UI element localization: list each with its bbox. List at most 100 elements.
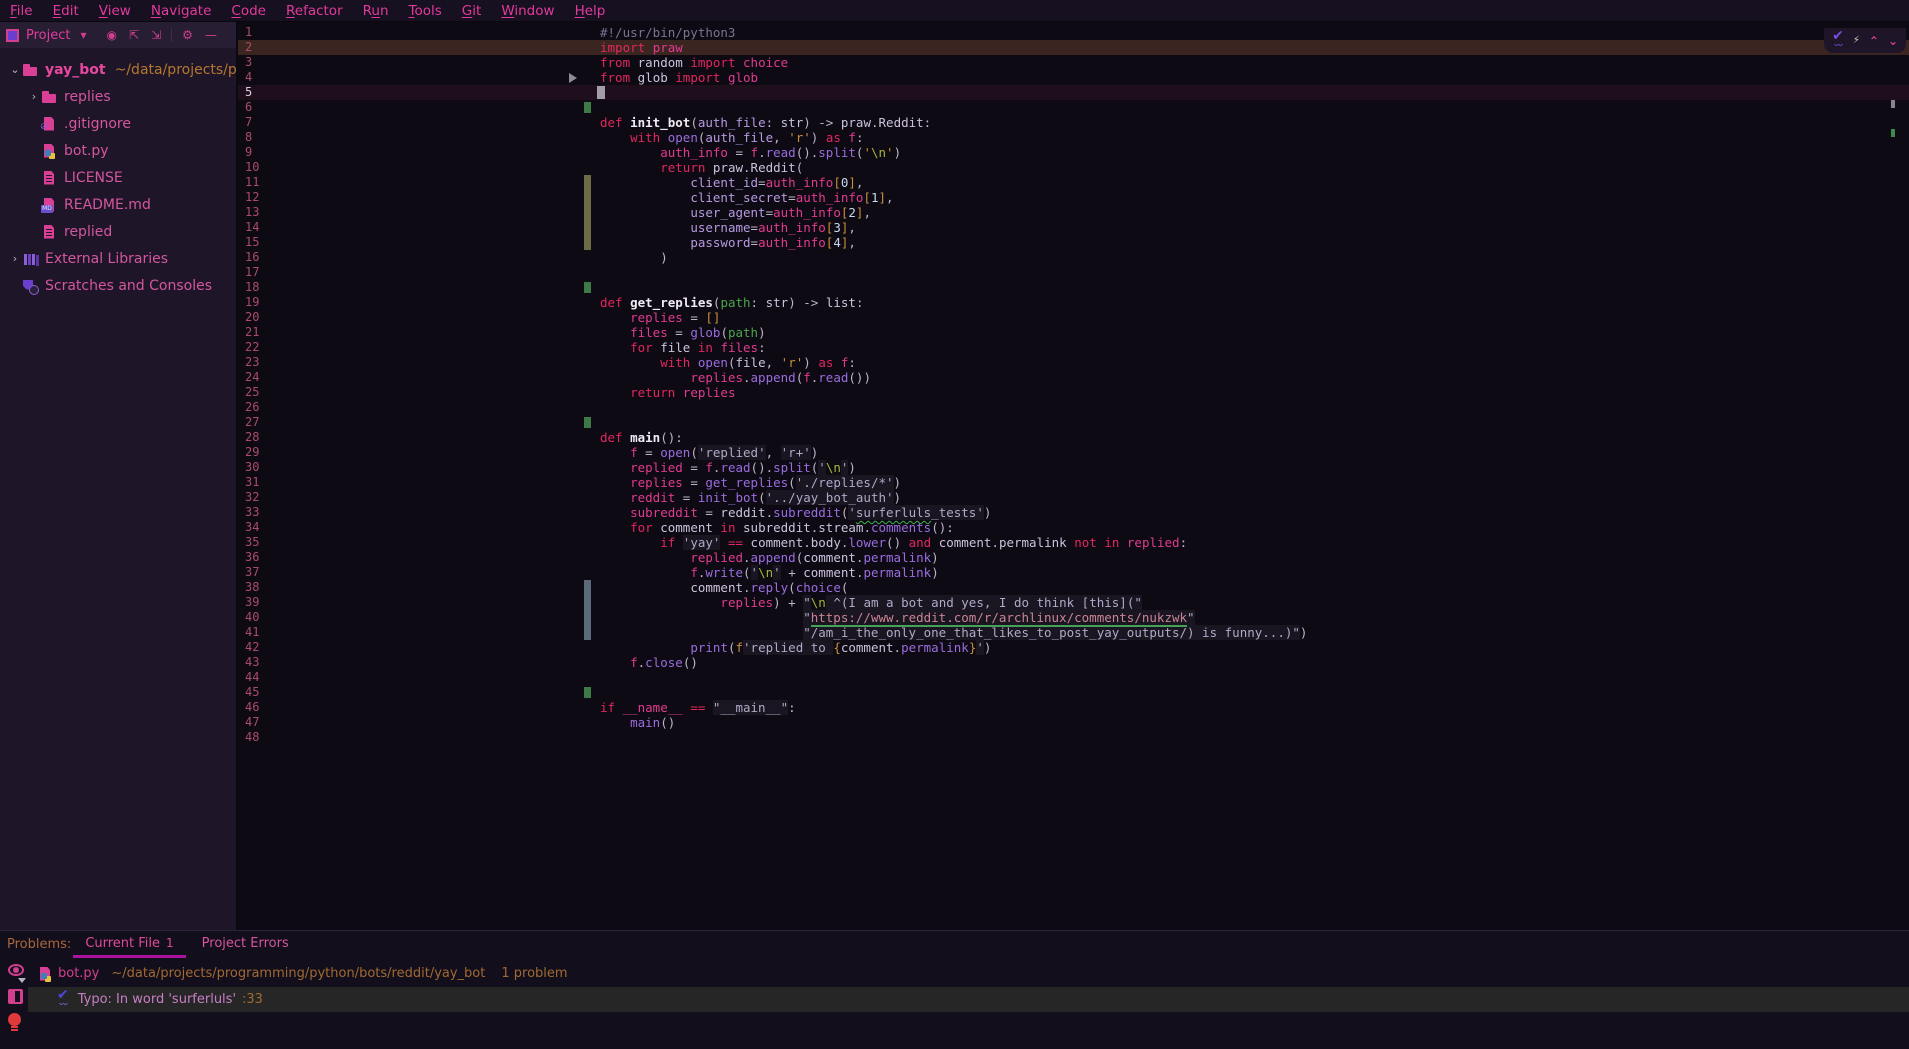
code-line[interactable]: 15 password=auth_info[4],	[238, 235, 1909, 250]
tree-item-readme-md[interactable]: README.md	[0, 191, 236, 218]
tree-item-license[interactable]: LICENSE	[0, 164, 236, 191]
code-line[interactable]: 5	[238, 85, 1909, 100]
hide-panel-icon[interactable]: —	[205, 28, 217, 42]
code-editor[interactable]: 1#!/usr/bin/python32import praw3from ran…	[238, 22, 1909, 930]
scrollbar-mark[interactable]	[1891, 129, 1895, 137]
code-line[interactable]: 6	[238, 100, 1909, 115]
vcs-change-marker[interactable]	[584, 610, 591, 625]
code-line[interactable]: 7def init_bot(auth_file: str) -> praw.Re…	[238, 115, 1909, 130]
prev-problem-icon[interactable]: ⌃	[1869, 34, 1879, 48]
code-line[interactable]: 40 "https://www.reddit.com/r/archlinux/c…	[238, 610, 1909, 625]
code-line[interactable]: 11 client_id=auth_info[0],	[238, 175, 1909, 190]
code-line[interactable]: 27	[238, 415, 1909, 430]
code-line[interactable]: 14 username=auth_info[3],	[238, 220, 1909, 235]
vcs-change-marker[interactable]	[584, 282, 591, 293]
code-line[interactable]: 23 with open(file, 'r') as f:	[238, 355, 1909, 370]
collapse-all-icon[interactable]: ⇲	[151, 28, 161, 42]
code-line[interactable]: 46if __name__ == "__main__":	[238, 700, 1909, 715]
code-line[interactable]: 32 reddit = init_bot('../yay_bot_auth')	[238, 490, 1909, 505]
code-line[interactable]: 9 auth_info = f.read().split('\n')	[238, 145, 1909, 160]
code-line[interactable]: 21 files = glob(path)	[238, 325, 1909, 340]
vcs-change-marker[interactable]	[584, 595, 591, 610]
menu-help[interactable]: Help	[565, 1, 616, 22]
vcs-change-marker[interactable]	[584, 625, 591, 640]
dropdown-arrow-icon[interactable]: ▾	[80, 28, 86, 42]
next-problem-icon[interactable]: ⌄	[1888, 34, 1898, 48]
problems-file-row[interactable]: bot.py ~/data/projects/programming/pytho…	[0, 961, 1909, 986]
vcs-change-marker[interactable]	[584, 687, 591, 698]
code-line[interactable]: 3from random import choice	[238, 55, 1909, 70]
lightbulb-icon[interactable]	[8, 1013, 21, 1026]
tree-item-external-libraries[interactable]: ›External Libraries	[0, 245, 236, 272]
code-line[interactable]: 26	[238, 400, 1909, 415]
code-line[interactable]: 1#!/usr/bin/python3	[238, 25, 1909, 40]
code-line[interactable]: 29 f = open('replied', 'r+')	[238, 445, 1909, 460]
vcs-change-marker[interactable]	[584, 102, 591, 113]
typo-check-icon[interactable]: ✔〰	[1832, 31, 1844, 51]
code-line[interactable]: 38 comment.reply(choice(	[238, 580, 1909, 595]
code-line[interactable]: 4from glob import glob	[238, 70, 1909, 85]
tree-item-scratches-and-consoles[interactable]: Scratches and Consoles	[0, 272, 236, 299]
code-line[interactable]: 43 f.close()	[238, 655, 1909, 670]
quickfix-icon[interactable]: ⚡	[1853, 35, 1860, 46]
code-line[interactable]: 39 replies) + "\n ^(I am a bot and yes, …	[238, 595, 1909, 610]
code-line[interactable]: 2import praw	[238, 40, 1909, 55]
vcs-change-marker[interactable]	[584, 417, 591, 428]
problems-issue-row[interactable]: ✔〰 Typo: In word 'surferluls' :33	[28, 987, 1909, 1012]
tree-item-replies[interactable]: ›replies	[0, 83, 236, 110]
code-line[interactable]: 47 main()	[238, 715, 1909, 730]
menu-tools[interactable]: Tools	[399, 1, 452, 22]
gutter-arrow-icon[interactable]	[569, 73, 577, 83]
code-line[interactable]: 17	[238, 265, 1909, 280]
code-line[interactable]: 20 replies = []	[238, 310, 1909, 325]
vcs-change-marker[interactable]	[584, 580, 591, 595]
menu-navigate[interactable]: Navigate	[141, 1, 222, 22]
code-line[interactable]: 45	[238, 685, 1909, 700]
tree-item--gitignore[interactable]: .gitignore	[0, 110, 236, 137]
tree-item-replied[interactable]: replied	[0, 218, 236, 245]
project-view-selector[interactable]: Project	[26, 28, 70, 43]
tree-item-yay-bot[interactable]: ⌄yay_bot~/data/projects/progr	[0, 56, 236, 83]
code-line[interactable]: 8 with open(auth_file, 'r') as f:	[238, 130, 1909, 145]
menu-window[interactable]: Window	[491, 1, 564, 22]
code-line[interactable]: 25 return replies	[238, 385, 1909, 400]
vcs-change-marker[interactable]	[584, 220, 591, 235]
code-line[interactable]: 34 for comment in subreddit.stream.comme…	[238, 520, 1909, 535]
preview-panel-icon[interactable]	[8, 989, 23, 1004]
code-line[interactable]: 41 "/am_i_the_only_one_that_likes_to_pos…	[238, 625, 1909, 640]
code-line[interactable]: 24 replies.append(f.read())	[238, 370, 1909, 385]
code-line[interactable]: 19def get_replies(path: str) -> list:	[238, 295, 1909, 310]
code-line[interactable]: 42 print(f'replied to {comment.permalink…	[238, 640, 1909, 655]
code-line[interactable]: 28def main():	[238, 430, 1909, 445]
vcs-change-marker[interactable]	[584, 235, 591, 250]
code-line[interactable]: 36 replied.append(comment.permalink)	[238, 550, 1909, 565]
menu-file[interactable]: File	[0, 1, 43, 22]
expand-all-icon[interactable]: ⇱	[129, 28, 139, 42]
locate-icon[interactable]: ◉	[107, 28, 117, 42]
project-tool-window-icon[interactable]	[6, 29, 19, 42]
tree-item-bot-py[interactable]: bot.py	[0, 137, 236, 164]
menu-edit[interactable]: Edit	[43, 1, 89, 22]
code-line[interactable]: 33 subreddit = reddit.subreddit('surferl…	[238, 505, 1909, 520]
code-line[interactable]: 10 return praw.Reddit(	[238, 160, 1909, 175]
settings-icon[interactable]: ⚙	[182, 28, 193, 42]
chevron-down-icon[interactable]: ⌄	[8, 63, 22, 76]
vcs-change-marker[interactable]	[584, 205, 591, 220]
chevron-right-icon[interactable]: ›	[27, 90, 41, 103]
tab-project-errors[interactable]: Project Errors	[188, 931, 303, 958]
menu-refactor[interactable]: Refactor	[276, 1, 353, 22]
code-line[interactable]: 18	[238, 280, 1909, 295]
menu-view[interactable]: View	[89, 1, 141, 22]
code-line[interactable]: 37 f.write('\n' + comment.permalink)	[238, 565, 1909, 580]
code-line[interactable]: 35 if 'yay' == comment.body.lower() and …	[238, 535, 1909, 550]
menu-git[interactable]: Git	[452, 1, 492, 22]
code-line[interactable]: 48	[238, 730, 1909, 745]
code-line[interactable]: 30 replied = f.read().split('\n')	[238, 460, 1909, 475]
menu-run[interactable]: Run	[353, 1, 399, 22]
tab-current-file[interactable]: Current File1	[71, 931, 187, 958]
code-line[interactable]: 12 client_secret=auth_info[1],	[238, 190, 1909, 205]
scrollbar-mark[interactable]	[1891, 100, 1895, 108]
code-line[interactable]: 44	[238, 670, 1909, 685]
chevron-right-icon[interactable]: ›	[8, 252, 22, 265]
menu-code[interactable]: Code	[221, 1, 276, 22]
